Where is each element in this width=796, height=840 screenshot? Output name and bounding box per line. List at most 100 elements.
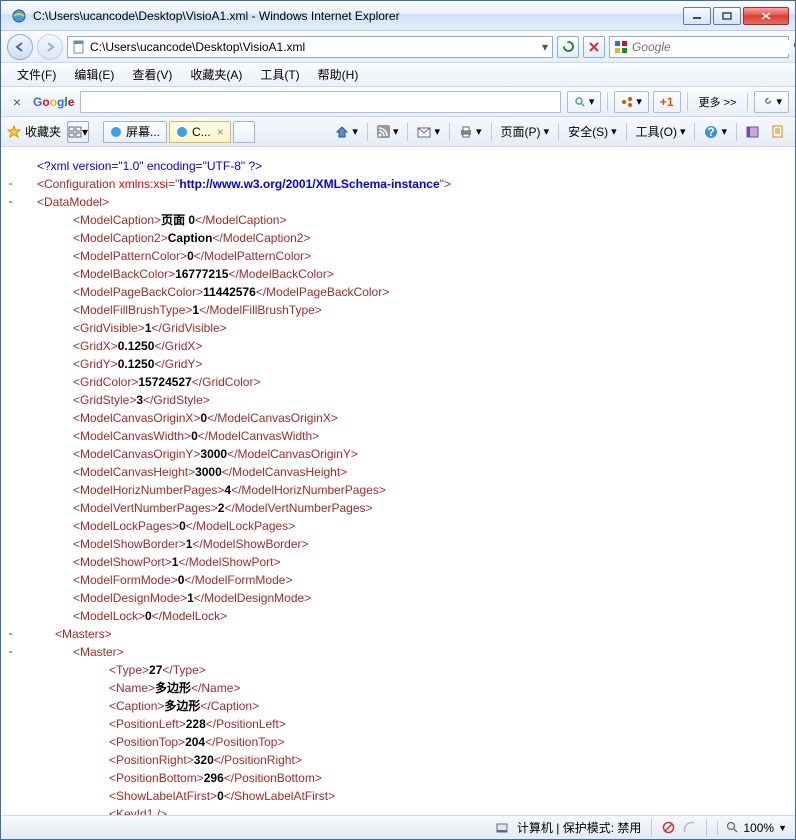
home-button[interactable]: ▾ [330, 121, 363, 143]
research-button[interactable] [766, 121, 789, 143]
xml-line: <ModelShowBorder>1</ModelShowBorder> [19, 535, 777, 553]
address-bar[interactable]: ▾ [67, 36, 553, 58]
xml-line: -<Master> [19, 643, 777, 661]
menu-help[interactable]: 帮助(H) [310, 63, 367, 86]
search-input[interactable] [632, 40, 789, 54]
onenote-button[interactable] [741, 121, 764, 143]
zone-icon [495, 821, 509, 835]
gtoolbar-close-icon[interactable]: × [7, 94, 27, 110]
menu-favorites[interactable]: 收藏夹(A) [182, 63, 250, 86]
xml-line: <ModelVertNumberPages>2</ModelVertNumber… [19, 499, 777, 517]
google-more-button[interactable]: 更多 >> [694, 91, 742, 113]
ie-icon [176, 126, 188, 138]
chevron-down-icon[interactable]: ▼ [778, 823, 787, 833]
xml-line: <ModelLockPages>0</ModelLockPages> [19, 517, 777, 535]
feeds-button[interactable]: ▾ [372, 121, 404, 143]
dropdown-icon[interactable]: ▾ [542, 40, 548, 54]
google-logo: Google [33, 93, 74, 111]
xml-line: <ModelCanvasOriginY>3000</ModelCanvasOri… [19, 445, 777, 463]
ie-icon [110, 126, 122, 138]
svg-text:?: ? [708, 125, 715, 139]
offline-icon [683, 821, 696, 834]
menu-file[interactable]: 文件(F) [9, 63, 64, 86]
tools-button[interactable]: 工具(O) ▾ [631, 121, 691, 143]
favorites-toolbar: 收藏夹 ▾ 屏幕... C...× ▾ ▾ ▾ ▾ 页面(P) ▾ 安全(S) … [1, 117, 795, 147]
xml-line: <ShowLabelAtFirst>0</ShowLabelAtFirst> [19, 787, 777, 805]
xml-line: <ModelCanvasOriginX>0</ModelCanvasOrigin… [19, 409, 777, 427]
xml-line: <GridColor>15724527</GridColor> [19, 373, 777, 391]
xml-line: <GridStyle>3</GridStyle> [19, 391, 777, 409]
titlebar: C:\Users\ucancode\Desktop\VisioA1.xml - … [1, 1, 795, 31]
google-plus-one-button[interactable]: +1 [653, 91, 681, 113]
zoom-value: 100% [743, 821, 774, 835]
nav-toolbar: ▾ [1, 31, 795, 63]
page-button[interactable]: 页面(P) ▾ [496, 121, 555, 143]
close-icon[interactable]: × [217, 125, 224, 139]
statusbar: 计算机 | 保护模式: 禁用 100% ▼ [1, 815, 795, 839]
protected-mode-icon [662, 821, 675, 834]
xml-line: <ModelPageBackColor>11442576</ModelPageB… [19, 283, 777, 301]
xml-line: <ModelPatternColor>0</ModelPatternColor> [19, 247, 777, 265]
xml-line: <Type>27</Type> [19, 661, 777, 679]
xml-line: <ModelFillBrushType>1</ModelFillBrushTyp… [19, 301, 777, 319]
google-search-button[interactable]: ▾ [567, 91, 602, 113]
page-icon [72, 40, 86, 54]
xml-line: <PositionBottom>296</PositionBottom> [19, 769, 777, 787]
address-input[interactable] [90, 40, 538, 54]
command-bar: ▾ ▾ ▾ ▾ 页面(P) ▾ 安全(S) ▾ 工具(O) ▾ ?▾ [330, 121, 789, 143]
collapse-toggle[interactable]: - [7, 175, 14, 193]
quick-tabs-button[interactable]: ▾ [67, 121, 89, 143]
collapse-toggle[interactable]: - [7, 193, 14, 211]
google-wrench-button[interactable]: ▾ [754, 91, 789, 113]
xml-line: <ModelDesignMode>1</ModelDesignMode> [19, 589, 777, 607]
search-box[interactable] [609, 36, 789, 58]
ie-icon [11, 8, 27, 24]
xml-line: <ModelCaption2>Caption</ModelCaption2> [19, 229, 777, 247]
xml-line: <ModelCaption>页面 0</ModelCaption> [19, 211, 777, 229]
xml-line: <GridVisible>1</GridVisible> [19, 319, 777, 337]
google-search-input[interactable] [80, 91, 560, 113]
xml-line: <ModelHorizNumberPages>4</ModelHorizNumb… [19, 481, 777, 499]
mail-button[interactable]: ▾ [412, 121, 445, 143]
collapse-toggle[interactable]: - [7, 625, 14, 643]
menu-tools[interactable]: 工具(T) [252, 63, 307, 86]
xml-line: <ModelFormMode>0</ModelFormMode> [19, 571, 777, 589]
collapse-toggle[interactable]: - [7, 643, 14, 661]
refresh-button[interactable] [557, 36, 579, 58]
xml-line: <PositionTop>204</PositionTop> [19, 733, 777, 751]
xml-line: <?xml version="1.0" encoding="UTF-8" ?> [19, 157, 777, 175]
tab-strip: 屏幕... C...× [103, 121, 255, 143]
menubar: 文件(F) 编辑(E) 查看(V) 收藏夹(A) 工具(T) 帮助(H) [1, 63, 795, 87]
menu-edit[interactable]: 编辑(E) [66, 63, 122, 86]
google-share-button[interactable]: ▾ [614, 91, 649, 113]
xml-line: -<Masters> [19, 625, 777, 643]
print-button[interactable]: ▾ [454, 121, 487, 143]
google-toolbar: × Google ▾ ▾ +1 更多 >> ▾ [1, 87, 795, 117]
safety-button[interactable]: 安全(S) ▾ [563, 121, 622, 143]
stop-button[interactable] [583, 36, 605, 58]
xml-line: <ModelShowPort>1</ModelShowPort> [19, 553, 777, 571]
xml-line: <PositionRight>320</PositionRight> [19, 751, 777, 769]
forward-button[interactable] [37, 34, 63, 60]
minimize-button[interactable] [683, 7, 711, 25]
help-button[interactable]: ?▾ [699, 121, 732, 143]
star-icon [7, 125, 21, 139]
close-button[interactable] [743, 7, 789, 25]
maximize-button[interactable] [713, 7, 741, 25]
xml-line: <KeyId1 /> [19, 805, 777, 815]
xml-line: -<Configuration xmlns:xsi="http://www.w3… [19, 175, 777, 193]
zoom-icon [726, 821, 739, 834]
menu-view[interactable]: 查看(V) [124, 63, 180, 86]
xml-line: <ModelBackColor>16777215</ModelBackColor… [19, 265, 777, 283]
app-window: C:\Users\ucancode\Desktop\VisioA1.xml - … [0, 0, 796, 840]
xml-line: <GridY>0.1250</GridY> [19, 355, 777, 373]
new-tab-button[interactable] [233, 121, 255, 143]
tab-1[interactable]: 屏幕... [103, 121, 167, 143]
favorites-button[interactable]: 收藏夹 [7, 123, 61, 140]
back-button[interactable] [7, 34, 33, 60]
xml-viewer[interactable]: <?xml version="1.0" encoding="UTF-8" ?>-… [1, 147, 795, 815]
xml-line: <Name>多边形</Name> [19, 679, 777, 697]
zoom-control[interactable]: 100% ▼ [717, 821, 787, 835]
zone-label: 计算机 | 保护模式: 禁用 [517, 819, 641, 836]
tab-2[interactable]: C...× [169, 121, 231, 143]
